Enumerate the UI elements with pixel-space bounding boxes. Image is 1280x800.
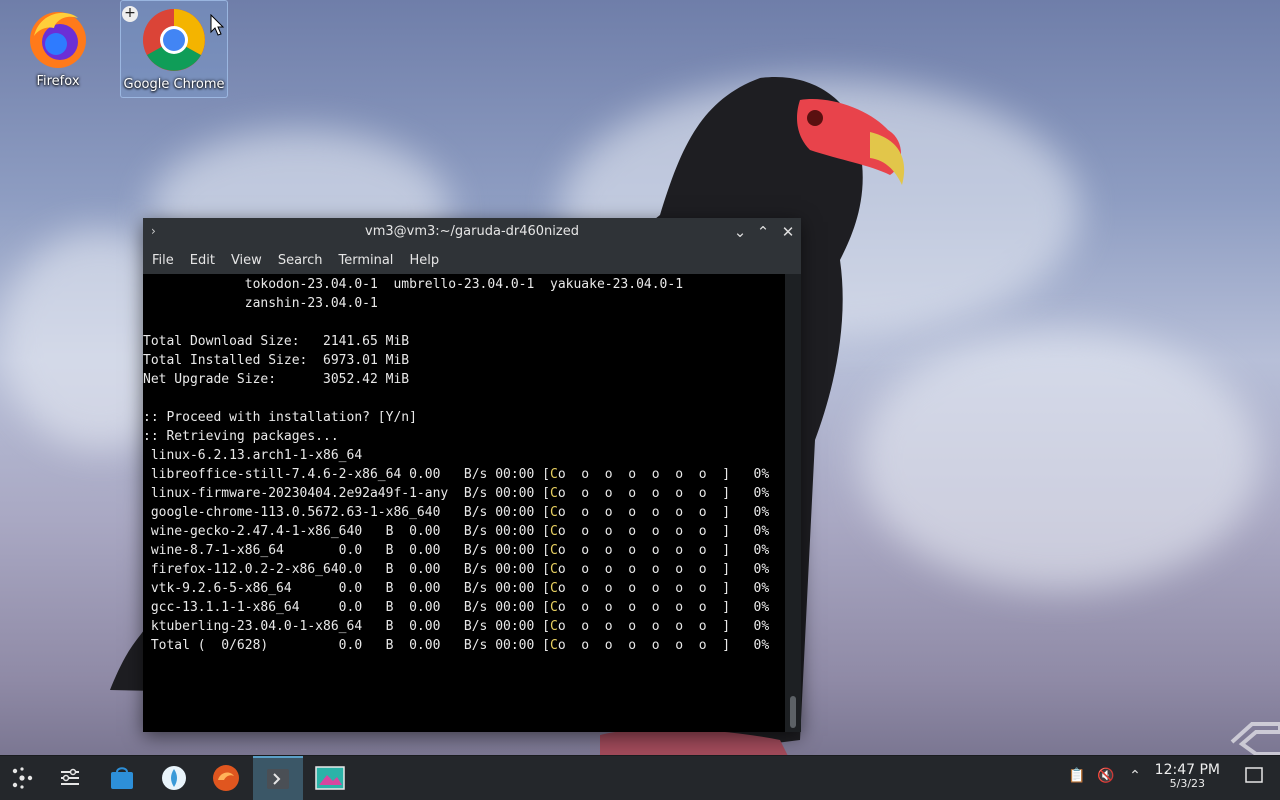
mouse-cursor-icon bbox=[210, 14, 225, 36]
menu-edit[interactable]: Edit bbox=[183, 253, 222, 268]
menu-bar: File Edit View Search Terminal Help bbox=[143, 246, 801, 274]
terminal-line: :: Proceed with installation? [Y/n] bbox=[143, 410, 417, 425]
terminal-output[interactable]: tokodon-23.04.0-1 umbrello-23.04.0-1 yak… bbox=[143, 274, 785, 732]
terminal-line: wine-8.7-1-x86_64 0.0 B 0.00 B/s 00:00 [… bbox=[143, 543, 770, 558]
chevron-up-icon[interactable]: ⌃ bbox=[1126, 768, 1144, 786]
clock-date: 5/3/23 bbox=[1169, 777, 1206, 790]
terminal-line: libreoffice-still-7.4.6-2-x86_64 0.00 B/… bbox=[143, 467, 770, 482]
app-launcher-icon[interactable] bbox=[6, 762, 38, 794]
terminal-line: gcc-13.1.1-1-x86_64 0.0 B 0.00 B/s 00:00… bbox=[143, 600, 770, 615]
settings-icon[interactable] bbox=[54, 762, 86, 794]
terminal-icon bbox=[267, 769, 289, 789]
firefox-icon bbox=[30, 12, 86, 68]
screenshot-icon[interactable] bbox=[314, 762, 346, 794]
clipboard-icon[interactable]: 📋 bbox=[1068, 768, 1086, 786]
close-icon[interactable]: ✕ bbox=[778, 222, 798, 242]
maximize-chevron-up-icon[interactable]: ⌃ bbox=[753, 222, 773, 242]
terminal-line: tokodon-23.04.0-1 umbrello-23.04.0-1 yak… bbox=[143, 277, 684, 292]
terminal-line: Total Download Size: 2141.65 MiB bbox=[143, 334, 410, 349]
window-titlebar[interactable]: › vm3@vm3:~/garuda-dr460nized ⌄ ⌃ ✕ bbox=[143, 218, 801, 246]
terminal-line: Total Installed Size: 6973.01 MiB bbox=[143, 353, 410, 368]
terminal-line: Total ( 0/628) 0.0 B 0.00 B/s 00:00 [Co … bbox=[143, 638, 770, 653]
desktop-icon-label: Google Chrome bbox=[123, 77, 225, 92]
menu-search[interactable]: Search bbox=[271, 253, 330, 268]
menu-terminal[interactable]: Terminal bbox=[331, 253, 400, 268]
desktop-icon-firefox[interactable]: Firefox bbox=[6, 0, 110, 96]
terminal-window[interactable]: › vm3@vm3:~/garuda-dr460nized ⌄ ⌃ ✕ File… bbox=[143, 218, 801, 732]
terminal-line: wine-gecko-2.47.4-1-x86_640 B 0.00 B/s 0… bbox=[143, 524, 770, 539]
terminal-line: zanshin-23.04.0-1 bbox=[143, 296, 378, 311]
store-icon[interactable] bbox=[106, 762, 138, 794]
window-title: vm3@vm3:~/garuda-dr460nized bbox=[365, 224, 579, 239]
minimize-chevron-down-icon[interactable]: ⌄ bbox=[730, 222, 750, 242]
terminal-line: linux-firmware-20230404.2e92a49f-1-any B… bbox=[143, 486, 770, 501]
terminal-task-button[interactable] bbox=[253, 756, 303, 800]
chrome-icon bbox=[143, 9, 205, 71]
terminal-line: Net Upgrade Size: 3052.42 MiB bbox=[143, 372, 410, 387]
firedragon-icon[interactable] bbox=[210, 762, 242, 794]
taskbar: 📋 🔇 ⌃ 12:47 PM 5/3/23 bbox=[0, 755, 1280, 800]
terminal-line: google-chrome-113.0.5672.63-1-x86_640 B/… bbox=[143, 505, 770, 520]
terminal-line: vtk-9.2.6-5-x86_64 0.0 B 0.00 B/s 00:00 … bbox=[143, 581, 770, 596]
terminal-scrollbar[interactable] bbox=[785, 274, 801, 732]
scrollbar-thumb[interactable] bbox=[790, 696, 796, 728]
clock-time: 12:47 PM bbox=[1154, 762, 1220, 778]
terminal-line: linux-6.2.13.arch1-1-x86_64 bbox=[143, 448, 363, 463]
garuda-watermark-icon bbox=[1230, 722, 1280, 756]
desktop-icon-label: Firefox bbox=[36, 74, 80, 89]
show-desktop-icon[interactable] bbox=[1244, 766, 1264, 786]
volume-muted-icon[interactable]: 🔇 bbox=[1097, 768, 1115, 786]
add-icon[interactable]: + bbox=[122, 6, 138, 22]
system-clock[interactable]: 12:47 PM 5/3/23 bbox=[1155, 762, 1220, 790]
menu-view[interactable]: View bbox=[224, 253, 269, 268]
terminal-line: firefox-112.0.2-2-x86_640.0 B 0.00 B/s 0… bbox=[143, 562, 770, 577]
terminal-line: ktuberling-23.04.0-1-x86_64 B 0.00 B/s 0… bbox=[143, 619, 770, 634]
menu-help[interactable]: Help bbox=[402, 253, 446, 268]
terminal-line: :: Retrieving packages... bbox=[143, 429, 339, 444]
garuda-icon[interactable] bbox=[158, 762, 190, 794]
menu-file[interactable]: File bbox=[145, 253, 181, 268]
